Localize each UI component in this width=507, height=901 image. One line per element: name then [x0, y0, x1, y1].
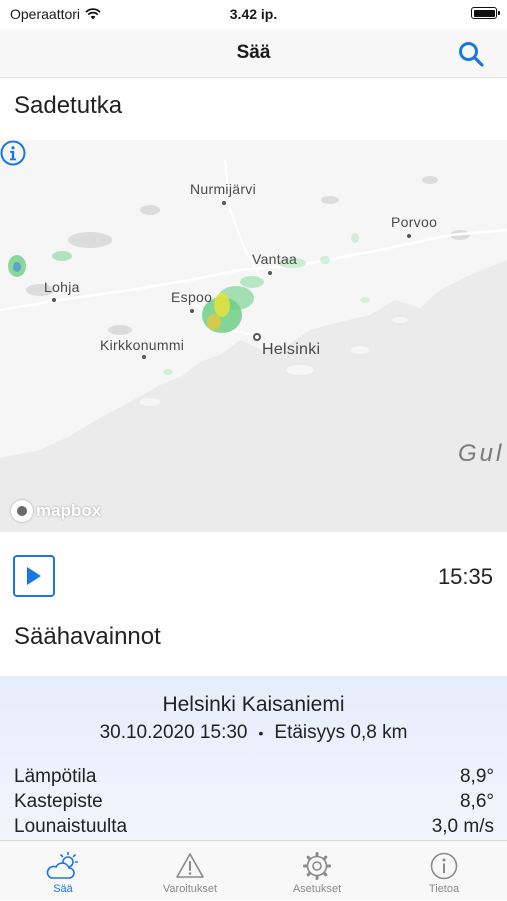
- map-island: [286, 365, 314, 375]
- tab-label: Asetukset: [292, 883, 342, 895]
- map-island: [351, 346, 369, 354]
- map-city-marker: [142, 355, 146, 359]
- play-button[interactable]: [13, 555, 55, 597]
- radar-echo: [207, 314, 221, 330]
- tab-weather[interactable]: Sää: [0, 841, 126, 901]
- map-city-marker: [52, 298, 56, 302]
- observation-meta: 30.10.2020 15:30 • Etäisyys 0,8 km: [0, 722, 507, 744]
- observation-label: Kastepiste: [14, 791, 103, 812]
- radar-section-title: Sadetutka: [14, 92, 123, 119]
- mapbox-attribution: mapbox: [36, 501, 102, 520]
- tab-about[interactable]: Tietoa: [381, 841, 507, 901]
- observation-row-wind: Lounaistuulta 3,0 m/s: [14, 816, 494, 838]
- radar-echo: [240, 276, 264, 288]
- tab-warnings[interactable]: Varoitukset: [127, 841, 253, 901]
- map-label-vantaa: Vantaa: [252, 251, 298, 267]
- info-icon: [430, 852, 458, 880]
- observation-value: 3,0 m/s: [431, 816, 494, 837]
- map-lake: [108, 325, 132, 335]
- map-city-marker: [407, 234, 411, 238]
- radar-echo: [351, 233, 359, 243]
- radar-echo: [52, 251, 72, 261]
- station-name: Helsinki Kaisaniemi: [162, 693, 345, 716]
- map-lake: [422, 176, 438, 184]
- map-label-porvoo: Porvoo: [391, 214, 438, 230]
- radar-echo: [214, 293, 230, 317]
- map-label-nurmijarvi: Nurmijärvi: [190, 181, 256, 197]
- tab-label: Sää: [53, 883, 73, 895]
- meta-separator: •: [258, 724, 264, 741]
- navigation-bar: Sää: [0, 30, 507, 78]
- warning-icon: [176, 853, 204, 878]
- search-icon[interactable]: [457, 40, 485, 68]
- battery-icon: [471, 7, 500, 19]
- map-info-icon[interactable]: [0, 140, 26, 166]
- tab-settings[interactable]: Asetukset: [254, 841, 380, 901]
- play-icon: [27, 567, 41, 585]
- observation-card[interactable]: Helsinki Kaisaniemi 30.10.2020 15:30 • Etä…: [0, 676, 507, 840]
- map-city-marker: [190, 309, 194, 313]
- radar-map[interactable]: Nurmijärvi Porvoo Vantaa Lohja Espoo Kir…: [0, 140, 507, 532]
- tab-label: Tietoa: [428, 883, 460, 895]
- map-city-marker: [268, 271, 272, 275]
- status-time: 3.42 ip.: [229, 6, 278, 22]
- tab-label: Varoitukset: [162, 883, 218, 895]
- map-island: [140, 398, 160, 406]
- tab-bar: Sää Varoitukset Asetukset Tietoa: [0, 840, 507, 900]
- map-city-marker: [222, 201, 226, 205]
- radar-echo: [163, 369, 173, 375]
- map-lake: [68, 232, 112, 248]
- page-title: Sää: [236, 42, 271, 63]
- radar-timestamp: 15:35: [437, 564, 493, 589]
- radar-echo: [13, 262, 21, 272]
- map-capital-marker: [253, 333, 261, 341]
- map-lake: [321, 196, 339, 204]
- station-distance: Etäisyys 0,8 km: [274, 722, 408, 743]
- observation-row-dewpoint: Kastepiste 8,6°: [14, 791, 494, 813]
- observation-datetime: 30.10.2020 15:30: [99, 722, 248, 743]
- observation-label: Lämpötila: [14, 766, 97, 787]
- map-lake: [140, 205, 160, 215]
- observation-value: 8,9°: [459, 766, 494, 787]
- observation-label: Lounaistuulta: [14, 816, 128, 837]
- status-bar: Operaattori 3.42 ip.: [0, 0, 507, 30]
- map-label-gulf: Gul: [458, 440, 505, 467]
- mapbox-logo[interactable]: mapbox: [11, 500, 101, 522]
- observations-section-title: Säähavainnot: [14, 623, 161, 650]
- map-label-kirkkonummi: Kirkkonummi: [100, 337, 185, 353]
- observation-row-temperature: Lämpötila 8,9°: [14, 766, 494, 788]
- map-label-helsinki: Helsinki: [262, 341, 321, 358]
- map-label-lohja: Lohja: [44, 279, 80, 295]
- gear-icon: [303, 852, 331, 880]
- map-label-espoo: Espoo: [171, 289, 213, 305]
- radar-echo: [360, 297, 370, 303]
- mapbox-logo-icon: [11, 500, 33, 522]
- cloud-sun-icon: [46, 851, 79, 879]
- observation-value: 8,6°: [459, 791, 494, 812]
- radar-echo: [320, 256, 330, 264]
- map-island: [392, 317, 408, 323]
